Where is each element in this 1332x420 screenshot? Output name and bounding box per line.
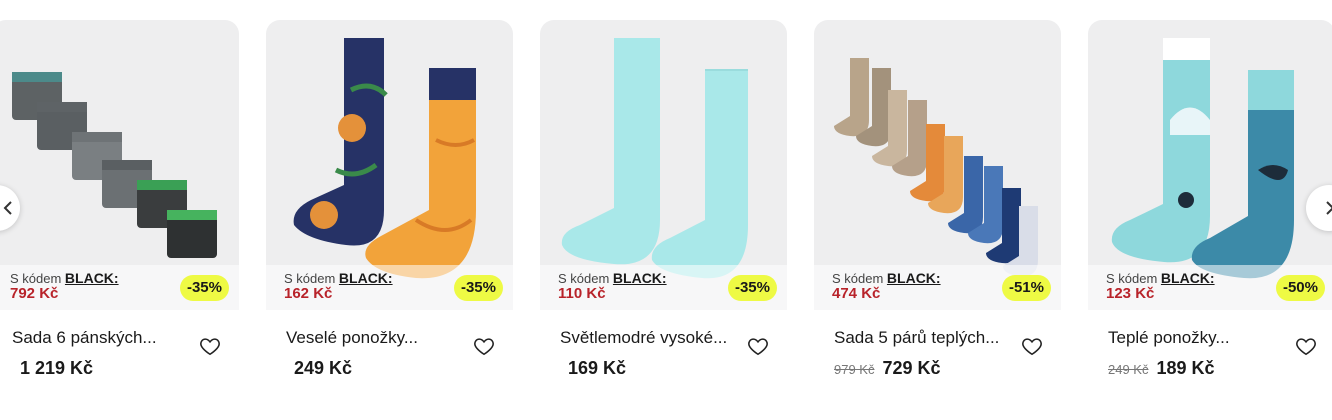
promo-code[interactable]: BLACK: xyxy=(1161,270,1215,286)
product-image[interactable]: S kódem BLACK: 110 Kč -35% xyxy=(540,20,787,310)
promo-price: 792 Kč xyxy=(10,285,59,302)
product-carousel: S kódem BLACK: 792 Kč -35% Sada 6 pánský… xyxy=(0,0,1332,420)
product-card[interactable]: S kódem BLACK: 110 Kč -35% Světlemodré v… xyxy=(540,20,787,420)
promo-code-text: S kódem BLACK: xyxy=(1106,270,1215,286)
promo-strip: S kódem BLACK: 110 Kč -35% xyxy=(540,265,787,310)
warm-socks-set-image xyxy=(834,58,1038,277)
discount-badge: -35% xyxy=(179,275,229,301)
product-card[interactable]: S kódem BLACK: 162 Kč -35% Veselé ponožk… xyxy=(266,20,513,420)
promo-price: 162 Kč xyxy=(284,285,333,302)
product-name[interactable]: Veselé ponožky... xyxy=(286,328,461,348)
product-image[interactable]: S kódem BLACK: 792 Kč -35% xyxy=(0,20,239,310)
discount-badge: -51% xyxy=(1001,275,1051,301)
promo-code-text: S kódem BLACK: xyxy=(284,270,393,286)
promo-code-text: S kódem BLACK: xyxy=(558,270,667,286)
promo-code[interactable]: BLACK: xyxy=(887,270,941,286)
price: 249 Kč xyxy=(294,358,353,378)
heart-icon[interactable] xyxy=(199,335,221,357)
product-card[interactable]: S kódem BLACK: 474 Kč -51% Sada 5 párů t… xyxy=(814,20,1061,420)
chevron-right-icon xyxy=(1326,201,1332,215)
product-card[interactable]: S kódem BLACK: 792 Kč -35% Sada 6 pánský… xyxy=(0,20,239,420)
boxer-briefs-set-image xyxy=(12,72,217,258)
promo-strip: S kódem BLACK: 123 Kč -50% xyxy=(1088,265,1332,310)
promo-price: 110 Kč xyxy=(558,285,606,302)
product-card[interactable]: S kódem BLACK: 123 Kč -50% Teplé ponožky… xyxy=(1088,20,1332,420)
promo-code[interactable]: BLACK: xyxy=(65,270,119,286)
old-price: 979 Kč xyxy=(834,362,875,377)
promo-code[interactable]: BLACK: xyxy=(613,270,667,286)
product-image[interactable]: S kódem BLACK: 474 Kč -51% xyxy=(814,20,1061,310)
old-price: 249 Kč xyxy=(1108,362,1149,377)
arctic-socks-image xyxy=(1111,38,1294,279)
light-blue-socks-image xyxy=(561,38,748,279)
price: 1 219 Kč xyxy=(20,358,94,378)
product-name[interactable]: Sada 6 pánských... xyxy=(12,328,187,348)
price-block: 1 219 Kč xyxy=(12,358,93,379)
product-name[interactable]: Sada 5 párů teplých... xyxy=(834,328,1009,348)
promo-strip: S kódem BLACK: 474 Kč -51% xyxy=(814,265,1061,310)
promo-code-text: S kódem BLACK: xyxy=(10,270,119,286)
price-block: 979 Kč 729 Kč xyxy=(834,358,941,379)
promo-code[interactable]: BLACK: xyxy=(339,270,393,286)
discount-badge: -50% xyxy=(1275,275,1325,301)
product-name[interactable]: Světlemodré vysoké... xyxy=(560,328,735,348)
product-image[interactable]: S kódem BLACK: 123 Kč -50% xyxy=(1088,20,1332,310)
promo-strip: S kódem BLACK: 792 Kč -35% xyxy=(0,265,239,310)
fox-socks-image xyxy=(293,38,476,279)
discount-badge: -35% xyxy=(727,275,777,301)
product-image[interactable]: S kódem BLACK: 162 Kč -35% xyxy=(266,20,513,310)
promo-strip: S kódem BLACK: 162 Kč -35% xyxy=(266,265,513,310)
price: 729 Kč xyxy=(882,358,941,378)
heart-icon[interactable] xyxy=(473,335,495,357)
price-block: 249 Kč 189 Kč xyxy=(1108,358,1215,379)
promo-price: 474 Kč xyxy=(832,285,881,302)
promo-code-text: S kódem BLACK: xyxy=(832,270,941,286)
price: 169 Kč xyxy=(568,358,627,378)
heart-icon[interactable] xyxy=(1295,335,1317,357)
price-block: 249 Kč xyxy=(286,358,352,379)
promo-price: 123 Kč xyxy=(1106,285,1155,302)
price: 189 Kč xyxy=(1156,358,1215,378)
product-name[interactable]: Teplé ponožky... xyxy=(1108,328,1283,348)
heart-icon[interactable] xyxy=(1021,335,1043,357)
price-block: 169 Kč xyxy=(560,358,626,379)
heart-icon[interactable] xyxy=(747,335,769,357)
chevron-left-icon xyxy=(3,201,12,215)
discount-badge: -35% xyxy=(453,275,503,301)
